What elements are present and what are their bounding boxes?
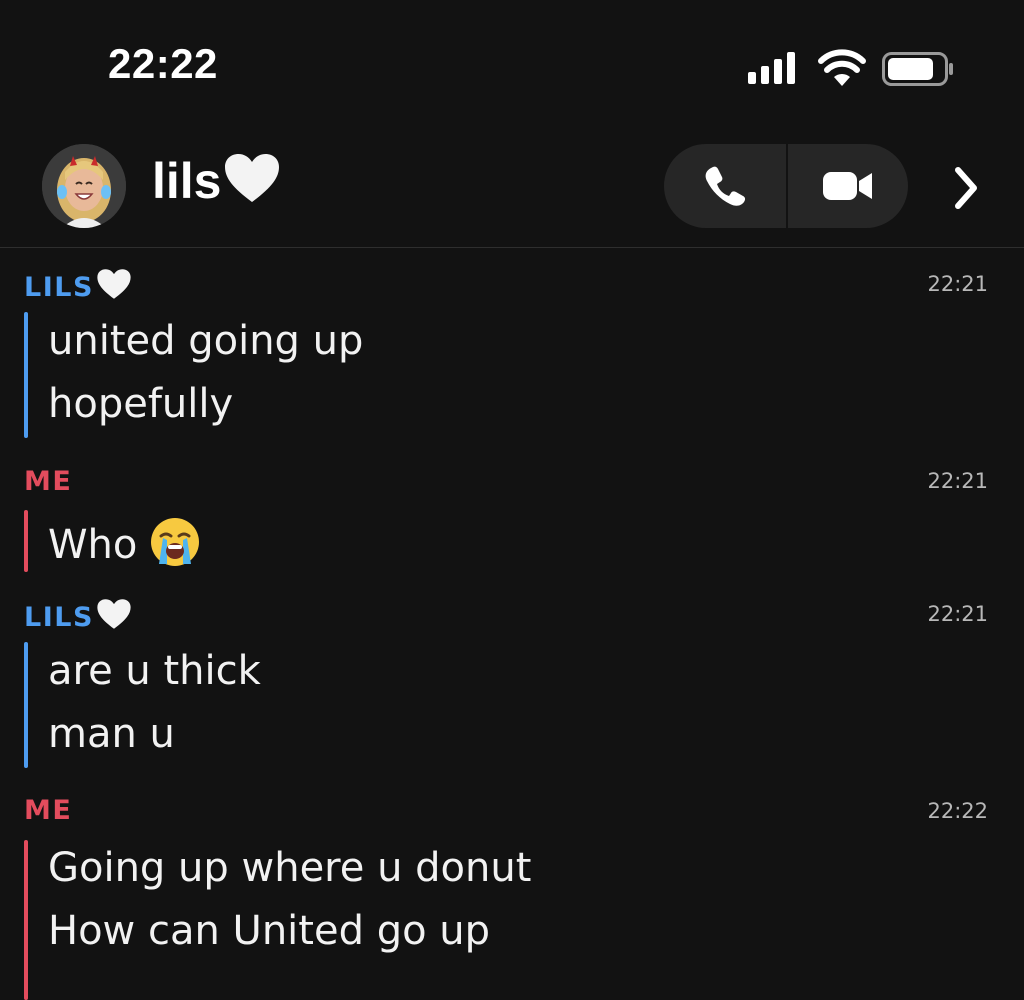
video-call-button[interactable]	[787, 144, 908, 228]
message-text[interactable]: hopefully	[48, 381, 233, 427]
message-bar	[24, 312, 28, 438]
phone-icon	[705, 166, 746, 206]
chevron-right-icon[interactable]	[946, 164, 986, 212]
call-buttons-group	[664, 144, 908, 228]
battery-icon	[882, 52, 953, 86]
voice-call-button[interactable]	[664, 144, 786, 228]
contact-name-text: lils	[152, 153, 222, 209]
cellular-signal-icon	[748, 52, 795, 84]
message-timestamp: 22:21	[927, 272, 988, 296]
message-text[interactable]: man u	[48, 711, 175, 757]
message-text[interactable]: united going up	[48, 318, 363, 364]
message-text[interactable]: How can United go up	[48, 908, 490, 954]
sender-name: ME	[24, 795, 73, 826]
avatar[interactable]	[42, 144, 126, 228]
sender-label: ME	[24, 795, 72, 826]
sender-label: ME	[24, 466, 72, 497]
video-camera-icon	[822, 172, 872, 200]
white-heart-icon	[225, 154, 280, 202]
message-bar	[24, 840, 28, 1000]
white-heart-icon	[97, 269, 131, 299]
status-time: 22:22	[108, 40, 218, 87]
message-text[interactable]: are u thick	[48, 648, 261, 694]
chat-header: lils	[0, 130, 1024, 248]
bitmoji-avatar-icon	[42, 144, 126, 228]
sender-name: LILS	[24, 602, 94, 633]
status-bar: 22:22	[0, 0, 1024, 130]
chat-thread[interactable]: LILS 22:21 united going up hopefully ME …	[0, 248, 1024, 1000]
loudly-crying-face-icon	[151, 518, 200, 566]
message-text[interactable]: Who	[48, 516, 201, 568]
message-bar	[24, 510, 28, 572]
sender-name: ME	[24, 466, 73, 497]
message-timestamp: 22:22	[927, 799, 988, 823]
message-bar	[24, 642, 28, 768]
wifi-icon	[818, 49, 866, 86]
message-timestamp: 22:21	[927, 602, 988, 626]
contact-name[interactable]: lils	[152, 152, 281, 210]
sender-name: LILS	[24, 272, 94, 303]
message-timestamp: 22:21	[927, 469, 988, 493]
white-heart-icon	[97, 599, 131, 629]
message-text-content: Who	[48, 522, 138, 568]
sender-label: LILS	[24, 268, 132, 303]
sender-label: LILS	[24, 598, 132, 633]
message-text[interactable]: Going up where u donut	[48, 845, 531, 891]
